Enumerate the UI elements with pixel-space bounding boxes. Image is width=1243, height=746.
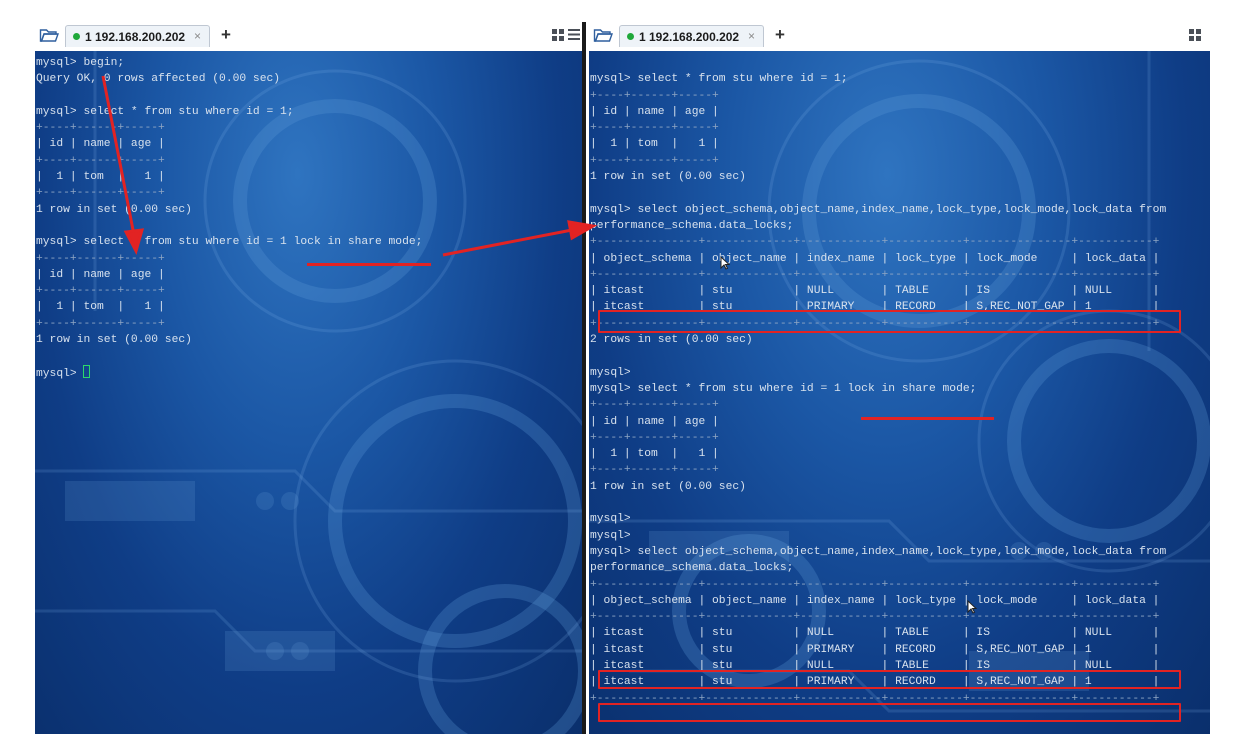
- terminal-line: +---------------+-------------+---------…: [590, 578, 1160, 591]
- terminal-line: +----+------+-----+: [590, 154, 719, 167]
- highlight-box: [598, 670, 1181, 689]
- terminal-line: +----+------+-----+: [36, 154, 165, 167]
- tab-title: 1 192.168.200.202: [639, 29, 740, 44]
- folder-icon[interactable]: [39, 27, 59, 43]
- layout-grid-icon[interactable]: [1189, 29, 1202, 41]
- terminal-line: +----+------+-----+: [36, 317, 165, 330]
- terminal-line: | id | name | age |: [590, 105, 719, 118]
- plus-icon[interactable]: +: [775, 25, 785, 45]
- terminal-line: mysql> select * from stu where id = 1 lo…: [590, 382, 977, 395]
- terminal-line: | 1 | tom | 1 |: [36, 171, 165, 184]
- terminal-line: +----+------+-----+: [36, 285, 165, 298]
- terminal-line: | 1 | tom | 1 |: [36, 301, 165, 314]
- left-terminal-output[interactable]: mysql> begin; Query OK, 0 rows affected (…: [35, 51, 582, 734]
- mouse-cursor-icon: [720, 256, 730, 270]
- left-tab-bar: 1 192.168.200.202 × +: [35, 22, 582, 48]
- terminal-line: | object_schema | object_name | index_na…: [590, 594, 1160, 607]
- terminal-line: 1 row in set (0.00 sec): [590, 171, 746, 184]
- terminal-line: +---------------+-------------+---------…: [590, 611, 1160, 624]
- status-dot-icon: [627, 33, 634, 40]
- terminal-line: mysql>: [590, 529, 631, 542]
- terminal-line: | 1 | tom | 1 |: [590, 138, 719, 151]
- highlight-box: [598, 310, 1181, 333]
- terminal-line: | itcast | stu | NULL | TABLE | IS | NUL…: [590, 285, 1160, 298]
- underline-annotation: [861, 417, 994, 420]
- terminal-line: Query OK, 0 rows affected (0.00 sec): [36, 73, 281, 86]
- terminal-line: +---------------+-------------+---------…: [590, 236, 1160, 249]
- underline-annotation: [307, 263, 431, 266]
- right-terminal-pane: 1 192.168.200.202 × + mysql> select * fr…: [589, 22, 1210, 734]
- terminal-line: | itcast | stu | NULL | TABLE | IS | NUL…: [590, 627, 1160, 640]
- terminal-line: performance_schema.data_locks;: [590, 219, 794, 232]
- terminal-line: mysql> select object_schema,object_name,…: [590, 545, 1167, 558]
- terminal-line: mysql> select object_schema,object_name,…: [590, 203, 1167, 216]
- terminal-line: +----+------+-----+: [36, 187, 165, 200]
- terminal-line: mysql> select * from stu where id = 1;: [36, 105, 294, 118]
- pane-divider[interactable]: [582, 22, 586, 734]
- terminal-line: mysql>: [590, 513, 631, 526]
- terminal-line: | id | name | age |: [36, 138, 165, 151]
- right-tab-bar: 1 192.168.200.202 × +: [589, 22, 1210, 48]
- left-session-tab[interactable]: 1 192.168.200.202 ×: [65, 25, 210, 47]
- terminal-line: mysql> select * from stu where id = 1 lo…: [36, 236, 423, 249]
- layout-grid-icon[interactable]: [552, 29, 565, 41]
- terminal-line: +----+------+-----+: [590, 399, 719, 412]
- right-session-tab[interactable]: 1 192.168.200.202 ×: [619, 25, 764, 47]
- mouse-cursor-icon: [967, 600, 977, 614]
- terminal-line: mysql> select * from stu where id = 1;: [590, 73, 848, 86]
- terminal-line: performance_schema.data_locks;: [590, 562, 794, 575]
- menu-icon[interactable]: [568, 28, 580, 41]
- right-terminal-output[interactable]: mysql> select * from stu where id = 1; +-…: [589, 51, 1210, 734]
- terminal-line: +----+------+-----+: [590, 122, 719, 135]
- status-dot-icon: [73, 33, 80, 40]
- left-terminal-lines: mysql> begin; Query OK, 0 rows affected (…: [35, 55, 582, 381]
- terminal-line: | itcast | stu | PRIMARY | RECORD | S,RE…: [590, 643, 1160, 656]
- terminal-line: | object_schema | object_name | index_na…: [590, 252, 1160, 265]
- terminal-line: 1 row in set (0.00 sec): [36, 203, 192, 216]
- close-icon[interactable]: ×: [194, 29, 201, 43]
- text-cursor: [83, 364, 91, 378]
- terminal-line: 1 row in set (0.00 sec): [590, 480, 746, 493]
- terminal-line: mysql>: [590, 366, 631, 379]
- terminal-line: +----+------+-----+: [590, 431, 719, 444]
- highlight-box: [598, 703, 1181, 722]
- terminal-line: +----+------+-----+: [590, 464, 719, 477]
- folder-icon[interactable]: [593, 27, 613, 43]
- terminal-line: +----+------+-----+: [590, 89, 719, 102]
- terminal-line: 2 rows in set (0.00 sec): [590, 334, 753, 347]
- terminal-line: mysql>: [35, 364, 582, 381]
- terminal-line: +---------------+-------------+---------…: [590, 268, 1160, 281]
- close-icon[interactable]: ×: [748, 29, 755, 43]
- terminal-line: | id | name | age |: [36, 268, 165, 281]
- terminal-line: mysql> begin;: [36, 57, 125, 69]
- terminal-line: | 1 | tom | 1 |: [590, 448, 719, 461]
- tab-title: 1 192.168.200.202: [85, 29, 186, 44]
- plus-icon[interactable]: +: [221, 25, 231, 45]
- terminal-line: 1 row in set (0.00 sec): [36, 334, 192, 347]
- terminal-line: +----+------+-----+: [36, 122, 165, 135]
- right-terminal-lines: mysql> select * from stu where id = 1; +-…: [589, 55, 1210, 707]
- terminal-line: | id | name | age |: [590, 415, 719, 428]
- left-terminal-pane: 1 192.168.200.202 × + mysql> begin; Quer…: [35, 22, 582, 734]
